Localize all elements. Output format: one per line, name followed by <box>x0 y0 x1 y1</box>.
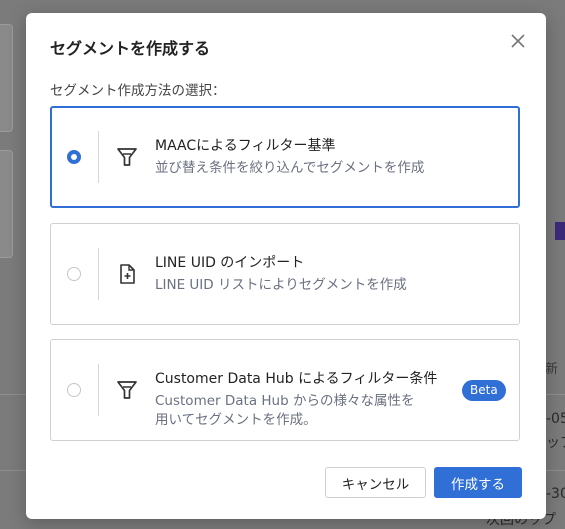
background-text: -30 <box>546 486 565 502</box>
close-button[interactable] <box>506 29 530 53</box>
background-card <box>0 150 13 258</box>
radio-cdh-filter[interactable] <box>67 383 81 397</box>
option-description-line: Customer Data Hub からの様々な属性を <box>155 393 415 409</box>
background-text: -05 <box>546 411 565 427</box>
option-description-line: 用いてセグメントを作成。 <box>155 412 317 428</box>
option-title: MAACによるフィルター基準 <box>155 138 336 154</box>
option-description: LINE UID リストによりセグメントを作成 <box>155 277 407 293</box>
background-text: 新 <box>545 362 559 377</box>
option-cdh-filter[interactable]: Customer Data Hub によるフィルター条件 Customer Da… <box>50 339 520 441</box>
option-title: Customer Data Hub によるフィルター条件 <box>155 371 438 387</box>
funnel-icon <box>117 381 137 399</box>
create-button[interactable]: 作成する <box>434 467 522 498</box>
option-divider <box>98 131 99 183</box>
option-maac-filter[interactable]: MAACによるフィルター基準 並び替え条件を絞り込んでセグメントを作成 <box>50 106 520 208</box>
file-plus-icon <box>120 264 135 284</box>
beta-badge: Beta <box>462 380 506 401</box>
funnel-icon <box>117 148 137 166</box>
method-select-label: セグメント作成方法の選択： <box>50 83 226 99</box>
option-title: LINE UID のインポート <box>155 255 305 271</box>
background-text: ップ <box>546 435 565 451</box>
cancel-button[interactable]: キャンセル <box>325 467 426 498</box>
option-description: Customer Data Hub からの様々な属性を 用いてセグメントを作成。 <box>155 392 414 430</box>
dialog-title: セグメントを作成する <box>50 39 211 58</box>
radio-line-uid-import[interactable] <box>67 267 81 281</box>
option-divider <box>98 364 99 416</box>
option-description: 並び替え条件を絞り込んでセグメントを作成 <box>155 160 425 176</box>
background-card <box>0 24 13 132</box>
option-line-uid-import[interactable]: LINE UID のインポート LINE UID リストによりセグメントを作成 <box>50 223 520 325</box>
radio-maac-filter[interactable] <box>67 150 81 164</box>
close-icon <box>511 34 525 48</box>
option-divider <box>98 248 99 300</box>
background-accent-block <box>555 222 565 240</box>
create-segment-dialog: セグメントを作成する セグメント作成方法の選択： MAACによるフィルター基準 … <box>26 13 546 519</box>
